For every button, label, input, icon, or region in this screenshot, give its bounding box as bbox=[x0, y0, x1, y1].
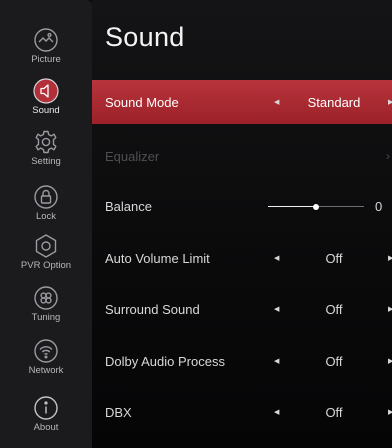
sound-mode-label: Sound Mode bbox=[105, 94, 179, 110]
network-icon bbox=[34, 339, 58, 363]
page-title: Sound bbox=[105, 22, 185, 52]
surround-sound-row[interactable]: Surround Sound ◀ Off ▶ bbox=[92, 287, 392, 331]
auto-volume-limit-row[interactable]: Auto Volume Limit ◀ Off ▶ bbox=[92, 236, 392, 280]
chevron-right-icon[interactable]: › bbox=[386, 149, 390, 163]
lock-icon bbox=[34, 185, 58, 209]
pvr-icon bbox=[35, 234, 57, 258]
dolby-audio-process-value: Off bbox=[325, 353, 343, 369]
arrow-right-icon[interactable]: ▶ bbox=[388, 408, 392, 416]
dolby-audio-process-row[interactable]: Dolby Audio Process ◀ Off ▶ bbox=[92, 339, 392, 383]
sidebar-item-label: About bbox=[33, 422, 59, 433]
sidebar-item-label: Sound bbox=[32, 105, 60, 116]
tuning-icon bbox=[34, 286, 58, 310]
arrow-right-icon[interactable]: ▶ bbox=[388, 305, 392, 313]
sidebar-item-label: PVR Option bbox=[20, 260, 72, 271]
info-icon bbox=[34, 396, 58, 420]
dbx-label: DBX bbox=[105, 404, 132, 420]
balance-slider[interactable] bbox=[268, 203, 364, 210]
sound-mode-row[interactable]: Sound Mode ◀ Standard ▶ bbox=[92, 80, 392, 124]
picture-icon bbox=[34, 28, 58, 52]
equalizer-label: Equalizer bbox=[105, 148, 160, 164]
arrow-right-icon[interactable]: ▶ bbox=[388, 98, 392, 106]
sidebar-item-network[interactable]: Network bbox=[0, 338, 92, 390]
sidebar-item-pvr-option[interactable]: PVR Option bbox=[0, 233, 92, 285]
sidebar: Picture Sound Setting Lock PVR Option Tu… bbox=[0, 0, 92, 448]
sidebar-item-label: Tuning bbox=[31, 312, 61, 323]
sound-mode-value: Standard bbox=[307, 94, 361, 110]
sidebar-item-picture[interactable]: Picture bbox=[0, 27, 92, 79]
balance-label: Balance bbox=[105, 198, 152, 214]
arrow-left-icon[interactable]: ◀ bbox=[274, 254, 279, 262]
sidebar-item-sound[interactable]: Sound bbox=[0, 78, 92, 130]
balance-row[interactable]: Balance 0 bbox=[92, 184, 392, 228]
sidebar-item-tuning[interactable]: Tuning bbox=[0, 285, 92, 337]
dolby-audio-process-label: Dolby Audio Process bbox=[105, 353, 225, 369]
arrow-right-icon[interactable]: ▶ bbox=[388, 357, 392, 365]
balance-slider-fill bbox=[268, 206, 316, 207]
arrow-left-icon[interactable]: ◀ bbox=[274, 408, 279, 416]
surround-sound-label: Surround Sound bbox=[105, 301, 200, 317]
auto-volume-limit-value: Off bbox=[325, 250, 343, 266]
sidebar-item-label: Lock bbox=[35, 211, 57, 222]
equalizer-row[interactable]: Equalizer › bbox=[92, 134, 392, 178]
arrow-left-icon[interactable]: ◀ bbox=[274, 98, 279, 106]
sidebar-item-label: Setting bbox=[31, 156, 61, 167]
sound-menu: Sound Sound Mode ◀ Standard ▶ Equalizer … bbox=[92, 0, 392, 448]
arrow-right-icon[interactable]: ▶ bbox=[388, 254, 392, 262]
sidebar-item-label: Picture bbox=[31, 54, 61, 65]
speaker-icon bbox=[33, 78, 59, 104]
sidebar-item-label: Network bbox=[28, 365, 64, 376]
sidebar-item-setting[interactable]: Setting bbox=[0, 129, 92, 181]
arrow-left-icon[interactable]: ◀ bbox=[274, 305, 279, 313]
sidebar-item-lock[interactable]: Lock bbox=[0, 184, 92, 236]
balance-slider-handle[interactable] bbox=[313, 203, 319, 210]
gear-icon bbox=[35, 130, 57, 154]
dbx-value: Off bbox=[325, 404, 343, 420]
sidebar-item-about[interactable]: About bbox=[0, 395, 92, 447]
surround-sound-value: Off bbox=[325, 301, 343, 317]
arrow-left-icon[interactable]: ◀ bbox=[274, 357, 279, 365]
auto-volume-limit-label: Auto Volume Limit bbox=[105, 250, 210, 266]
dbx-row[interactable]: DBX ◀ Off ▶ bbox=[92, 390, 392, 434]
balance-value: 0 bbox=[375, 198, 383, 214]
